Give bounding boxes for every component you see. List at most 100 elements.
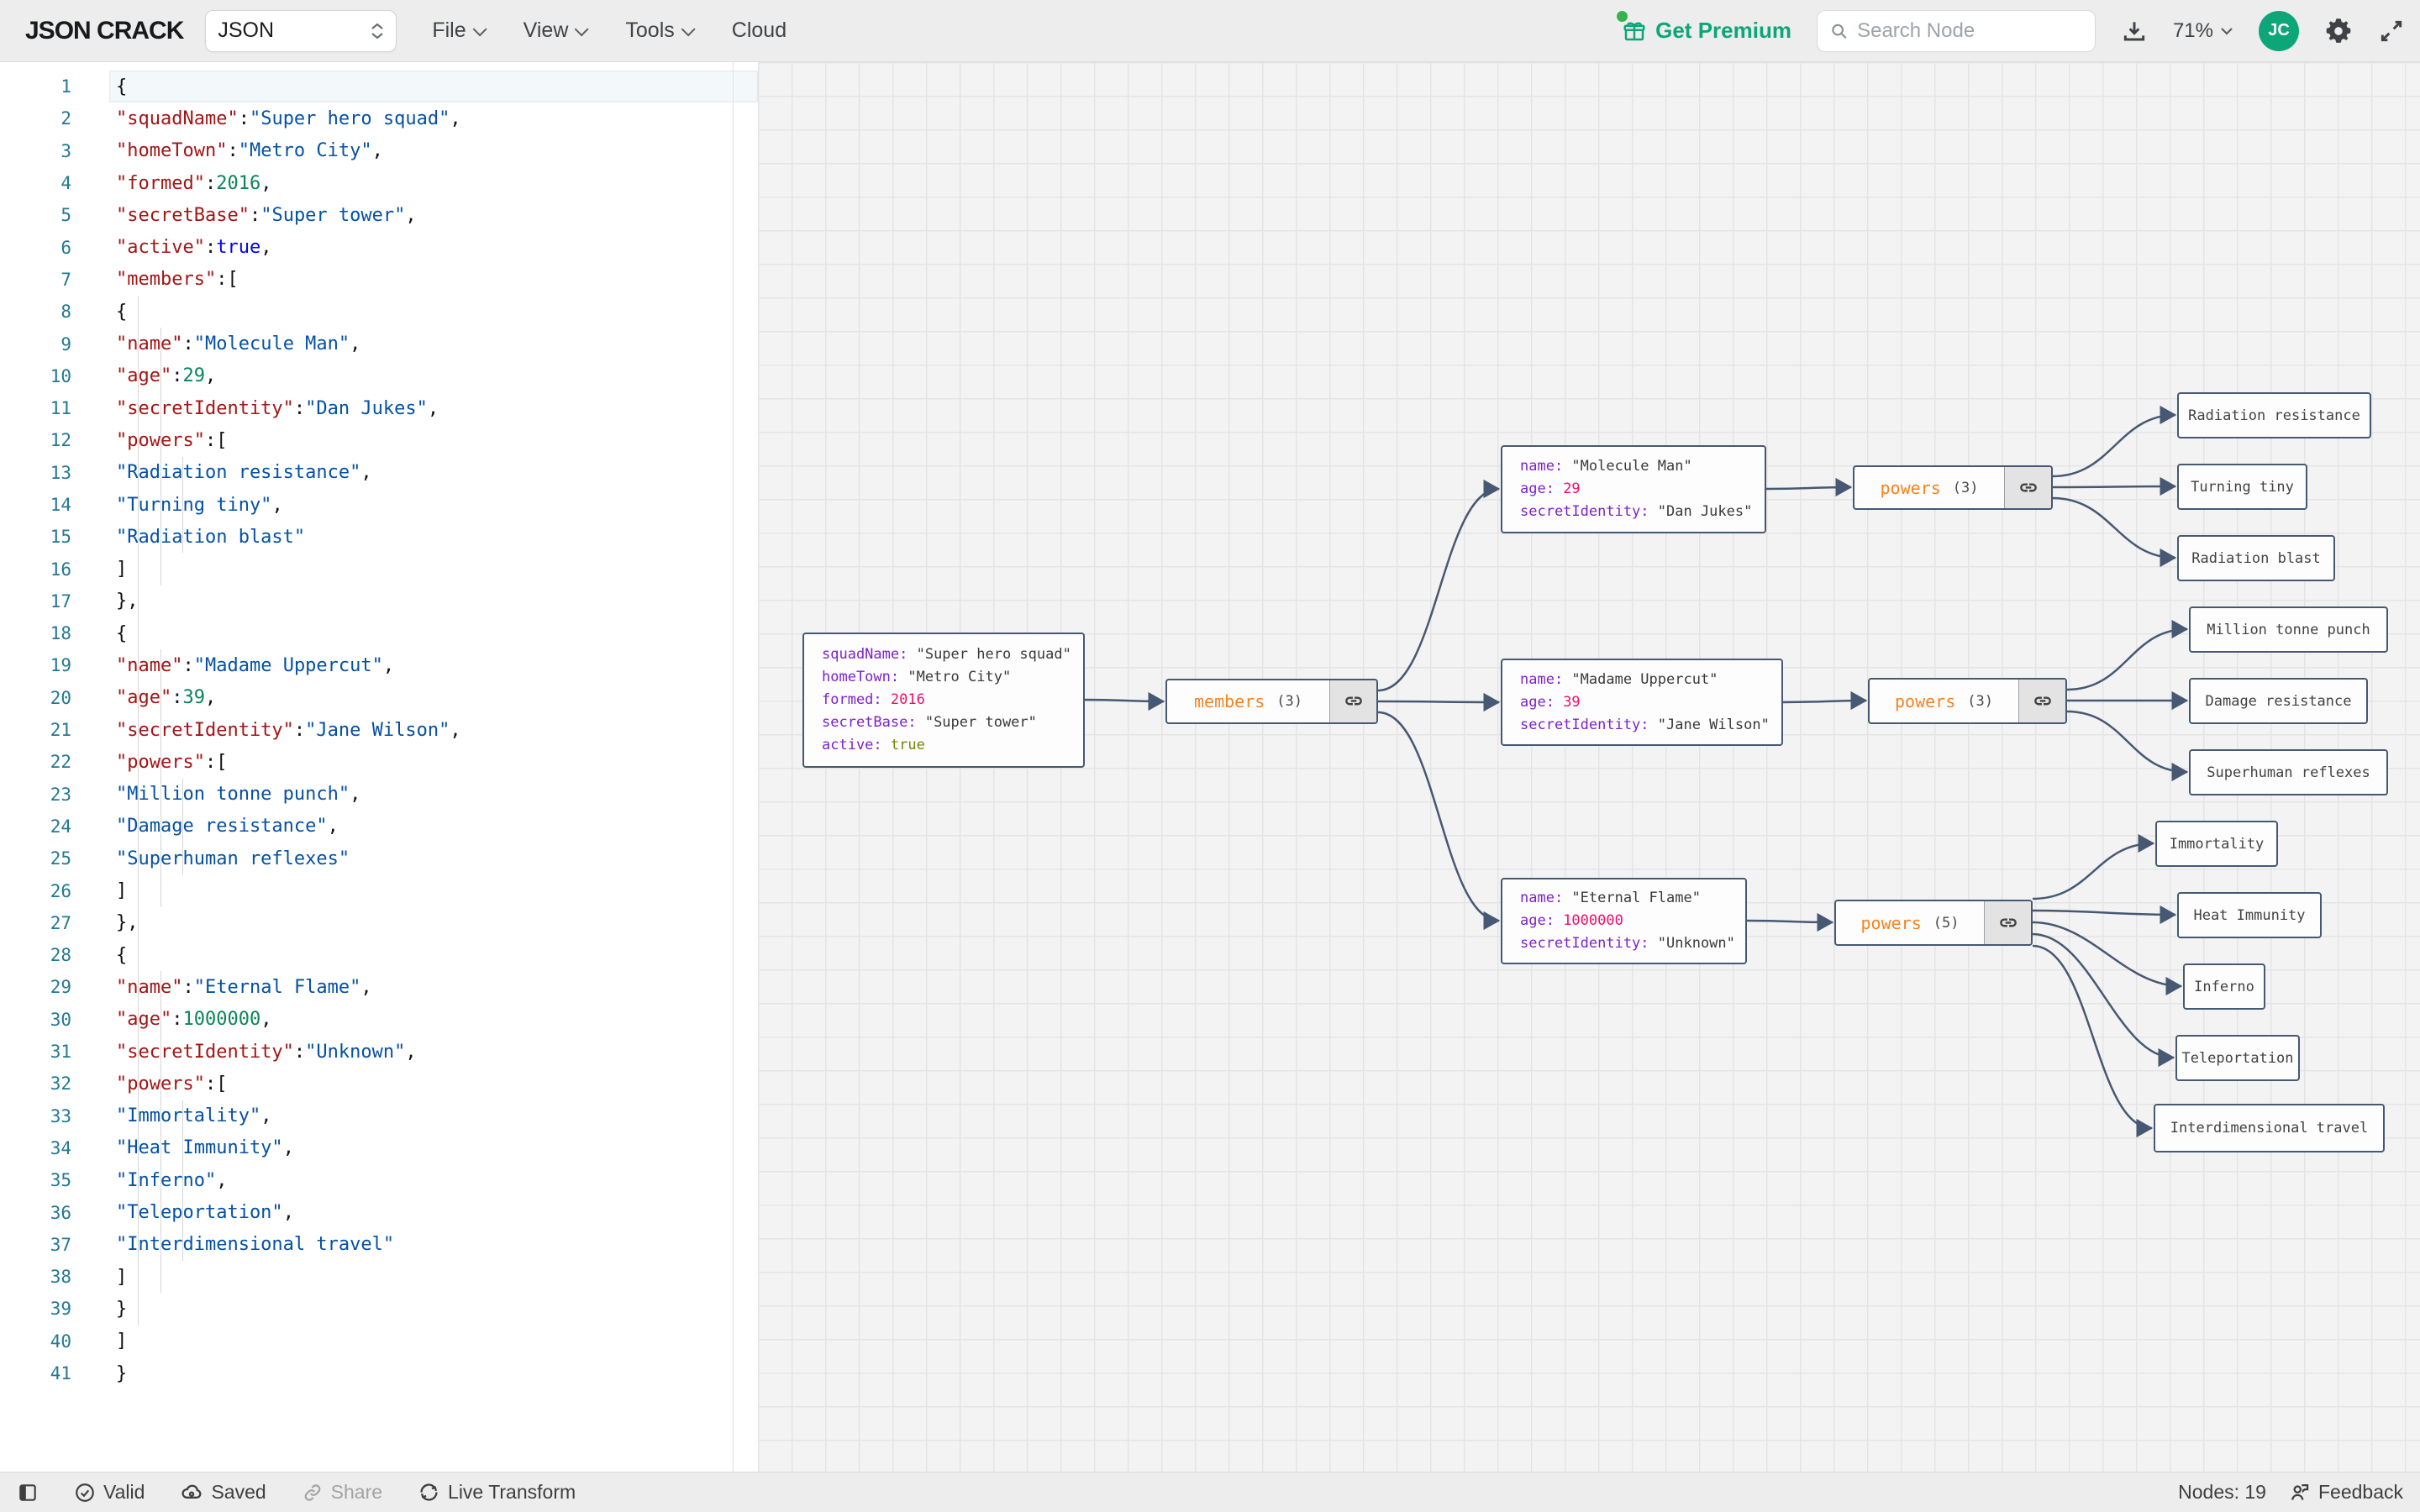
- code-line[interactable]: "secretIdentity": "Unknown",: [109, 1035, 758, 1068]
- graph-node-leaf[interactable]: Superhuman reflexes: [2189, 749, 2388, 795]
- indent-guide: [160, 778, 161, 811]
- code-line[interactable]: "secretBase": "Super tower",: [109, 199, 758, 231]
- valid-status[interactable]: Valid: [74, 1481, 145, 1504]
- line-number: 6: [60, 237, 71, 258]
- code-line[interactable]: }: [109, 1357, 758, 1389]
- code-line[interactable]: {: [109, 71, 758, 103]
- indent-guide: [138, 681, 139, 714]
- saved-status[interactable]: Saved: [180, 1481, 266, 1504]
- code-line[interactable]: "active": true,: [109, 231, 758, 263]
- code-line[interactable]: "Immortality",: [109, 1100, 758, 1132]
- graph-node-parent-powers[interactable]: powers (3): [1868, 678, 2067, 724]
- graph-node-leaf[interactable]: Teleportation: [2175, 1035, 2300, 1081]
- line-number: 40: [50, 1331, 71, 1352]
- code-line[interactable]: },: [109, 906, 758, 940]
- graph-node-leaf[interactable]: Heat Immunity: [2177, 892, 2322, 938]
- code-line[interactable]: {: [109, 939, 758, 972]
- code-line[interactable]: "Radiation blast": [109, 521, 758, 554]
- code-line[interactable]: "Turning tiny",: [109, 488, 758, 522]
- code-line[interactable]: "Superhuman reflexes": [109, 843, 758, 875]
- search-node-input[interactable]: [1857, 18, 2083, 43]
- code-line[interactable]: "Damage resistance",: [109, 810, 758, 843]
- code-line[interactable]: "Million tonne punch",: [109, 778, 758, 811]
- code-line[interactable]: "powers": [: [109, 1068, 758, 1100]
- code-line[interactable]: "homeTown": "Metro City",: [109, 135, 758, 167]
- indent-guide: [138, 296, 139, 328]
- download-button[interactable]: [2121, 18, 2148, 45]
- settings-button[interactable]: [2324, 17, 2353, 45]
- code-line[interactable]: ]: [109, 1326, 758, 1357]
- code-line[interactable]: ]: [109, 553, 758, 585]
- graph-node-leaf[interactable]: Million tonne punch: [2189, 606, 2388, 653]
- code-line[interactable]: "Radiation resistance",: [109, 456, 758, 489]
- json-editor[interactable]: 1{2 "squadName": "Super hero squad", 3 "h…: [0, 62, 758, 1389]
- code-line[interactable]: "name": "Eternal Flame",: [109, 971, 758, 1004]
- indent-guide: [160, 1260, 161, 1294]
- graph-node-parent-powers[interactable]: powers (5): [1834, 900, 2033, 946]
- graph-node-leaf[interactable]: Radiation blast: [2177, 535, 2335, 581]
- editor-line: 9 "name": "Molecule Man",: [0, 328, 758, 360]
- code-line[interactable]: "name": "Madame Uppercut",: [109, 649, 758, 682]
- expand-collapse-link-button[interactable]: [2018, 680, 2065, 722]
- code-line[interactable]: "Inferno",: [109, 1164, 758, 1197]
- code-line[interactable]: "squadName": "Super hero squad",: [109, 102, 758, 134]
- code-line[interactable]: {: [109, 617, 758, 650]
- code-line[interactable]: "members": [: [109, 264, 758, 296]
- code-line[interactable]: {: [109, 296, 758, 328]
- graph-node-leaf[interactable]: Turning tiny: [2177, 464, 2307, 510]
- code-line[interactable]: "secretIdentity": "Dan Jukes",: [109, 391, 758, 425]
- json-editor-pane[interactable]: 1{2 "squadName": "Super hero squad", 3 "h…: [0, 62, 758, 1472]
- share-button[interactable]: Share: [302, 1481, 382, 1504]
- code-line[interactable]: "Teleportation",: [109, 1196, 758, 1229]
- code-line[interactable]: "age": 1000000,: [109, 1003, 758, 1036]
- format-select[interactable]: JSON: [205, 9, 397, 52]
- code-line[interactable]: "Heat Immunity",: [109, 1131, 758, 1165]
- graph-node-object[interactable]: name: "Madame Uppercut" age: 39 secretIden…: [1501, 659, 1783, 746]
- expand-collapse-link-button[interactable]: [1329, 680, 1376, 722]
- code-line[interactable]: "Interdimensional travel": [109, 1228, 758, 1261]
- code-line[interactable]: "name": "Molecule Man",: [109, 328, 758, 360]
- menu-view[interactable]: View: [523, 18, 590, 43]
- editor-line: 12 "powers": [: [0, 424, 758, 457]
- graph-node-object[interactable]: name: "Molecule Man" age: 29 secretIdentit…: [1501, 445, 1766, 533]
- code-line[interactable]: "formed": 2016,: [109, 167, 758, 199]
- graph-canvas[interactable]: squadName: "Super hero squad" homeTown: "…: [758, 62, 2420, 1472]
- toggle-panel-button[interactable]: [17, 1482, 39, 1504]
- graph-node-leaf[interactable]: Radiation resistance: [2177, 392, 2371, 438]
- graph-node-parent-powers[interactable]: powers (3): [1853, 465, 2053, 510]
- menu-tools[interactable]: Tools: [625, 18, 696, 43]
- code-line[interactable]: },: [109, 585, 758, 618]
- node-property: homeTown: "Metro City": [822, 669, 1012, 685]
- expand-collapse-link-button[interactable]: [1984, 901, 2031, 944]
- menu-cloud[interactable]: Cloud: [732, 18, 786, 43]
- graph-node-leaf[interactable]: Inferno: [2183, 963, 2265, 1010]
- code-line[interactable]: "powers": [: [109, 746, 758, 779]
- graph-edge: [2052, 476, 2177, 496]
- graph-node-leaf[interactable]: Damage resistance: [2189, 678, 2368, 724]
- feedback-button[interactable]: Feedback: [2288, 1481, 2403, 1504]
- code-line[interactable]: }: [109, 1293, 758, 1326]
- graph-node-parent-members[interactable]: members (3): [1165, 679, 1378, 724]
- expand-collapse-link-button[interactable]: [2004, 467, 2051, 508]
- graph-node-leaf[interactable]: Immortality: [2155, 821, 2278, 867]
- get-premium-button[interactable]: Get Premium: [1617, 11, 1791, 44]
- menu-file[interactable]: File: [432, 18, 487, 43]
- indent-guide: [138, 778, 139, 811]
- zoom-level-control[interactable]: 71%: [2173, 19, 2233, 43]
- code-line[interactable]: ]: [109, 1260, 758, 1294]
- graph-node-object[interactable]: squadName: "Super hero squad" homeTown: "…: [802, 633, 1085, 768]
- graph-edge: [2066, 710, 2189, 782]
- live-transform-toggle[interactable]: Live Transform: [418, 1481, 576, 1504]
- fullscreen-button[interactable]: [2378, 18, 2405, 45]
- code-line[interactable]: "powers": [: [109, 424, 758, 457]
- indent-guide: [138, 360, 139, 392]
- code-line[interactable]: "age": 29,: [109, 360, 758, 392]
- code-line[interactable]: "secretIdentity": "Jane Wilson",: [109, 713, 758, 747]
- editor-line: 32 "powers": [: [0, 1068, 758, 1100]
- avatar[interactable]: JC: [2259, 10, 2299, 51]
- code-line[interactable]: ]: [109, 874, 758, 907]
- code-line[interactable]: "age": 39,: [109, 681, 758, 714]
- indent-guide: [138, 971, 139, 1004]
- graph-node-leaf[interactable]: Interdimensional travel: [2154, 1104, 2385, 1152]
- graph-node-object[interactable]: name: "Eternal Flame" age: 1000000 secretI…: [1501, 878, 1747, 964]
